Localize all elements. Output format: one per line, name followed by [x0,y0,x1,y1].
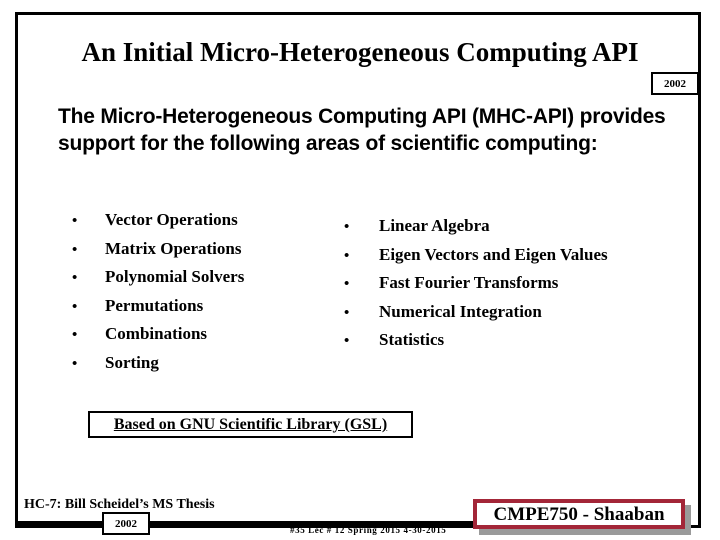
list-item: • Matrix Operations [72,238,352,267]
list-item-label: Numerical Integration [379,301,542,321]
left-bullet-list: • Vector Operations • Matrix Operations … [72,209,352,381]
bullet-icon: • [344,304,350,321]
bullet-icon: • [72,213,78,229]
list-item: • Vector Operations [72,209,352,238]
bullet-icon: • [72,241,78,258]
course-banner: CMPE750 - Shaaban [473,499,685,529]
list-item-label: Polynomial Solvers [105,267,245,287]
footer-thesis-label: HC-7: Bill Scheidel’s MS Thesis [24,497,215,512]
list-item-label: Permutations [105,295,204,315]
list-item-label: Statistics [379,330,445,350]
list-item: • Linear Algebra [344,215,674,244]
list-item: • Combinations [72,323,352,352]
gsl-note-box: Based on GNU Scientific Library (GSL) [88,411,413,438]
bullet-icon: • [344,333,350,350]
bullet-icon: • [344,219,350,235]
bullet-icon: • [344,276,350,293]
list-item: • Numerical Integration [344,301,674,330]
list-item: • Eigen Vectors and Eigen Values [344,244,674,273]
bullet-icon: • [72,270,78,287]
list-item-label: Eigen Vectors and Eigen Values [379,244,608,264]
title-year-stamp: 2002 [651,72,699,95]
list-item: • Fast Fourier Transforms [344,272,674,301]
bullet-icon: • [72,298,78,315]
list-item: • Polynomial Solvers [72,266,352,295]
list-item: • Permutations [72,295,352,324]
bullet-icon: • [72,355,78,372]
list-item-label: Vector Operations [105,210,238,229]
footer-year-stamp: 2002 [102,512,150,535]
list-item-label: Sorting [105,352,159,372]
intro-paragraph: The Micro-Heterogeneous Computing API (M… [58,105,666,155]
list-item-label: Fast Fourier Transforms [379,273,559,293]
list-item-label: Matrix Operations [105,238,242,258]
footer-meta-text: #35 Lec # 12 Spring 2015 4-30-2015 [290,525,447,535]
list-item: • Sorting [72,352,352,381]
bullet-icon: • [344,247,350,264]
list-item-label: Linear Algebra [379,216,490,235]
list-item: • Statistics [344,329,674,358]
list-item-label: Combinations [105,324,208,344]
slide-canvas: An Initial Micro-Heterogeneous Computing… [0,0,720,540]
gsl-note-label: Based on GNU Scientific Library (GSL) [113,416,388,433]
course-banner-label: CMPE750 - Shaaban [493,504,665,525]
page-title: An Initial Micro-Heterogeneous Computing… [81,37,639,67]
right-bullet-list: • Linear Algebra • Eigen Vectors and Eig… [344,215,674,358]
bullet-icon: • [72,327,78,344]
